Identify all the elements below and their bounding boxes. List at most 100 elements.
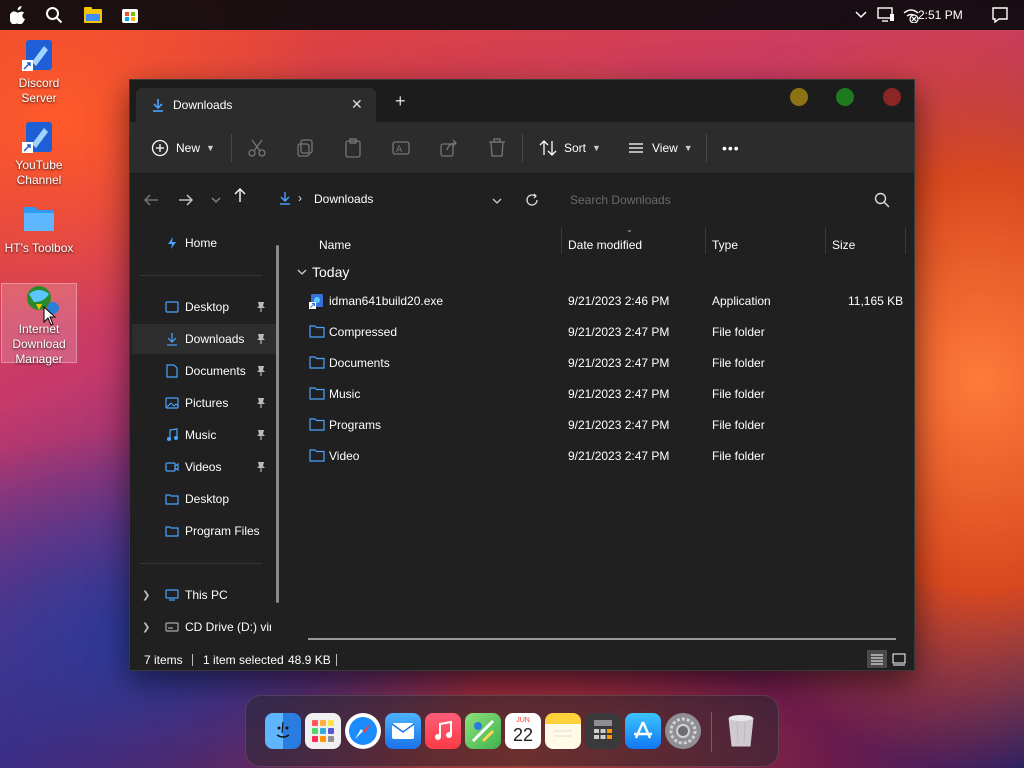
group-header-today[interactable]: Today [297,264,349,280]
share-icon[interactable] [439,138,459,158]
delete-icon[interactable] [487,138,507,158]
chevron-up-icon[interactable] [851,5,871,25]
clock[interactable]: 2:51 PM [918,8,963,22]
desktop-icon [164,299,180,315]
new-button[interactable]: New ▼ [150,136,215,160]
chevron-right-icon[interactable]: ❯ [142,590,150,601]
search-icon[interactable] [44,5,64,25]
music-icon[interactable] [425,713,461,749]
close-tab-icon[interactable]: ✕ [351,96,363,113]
desktop-icon-internet-download-manager[interactable]: Internet Download Manager [1,283,77,366]
search-input[interactable]: Search Downloads [558,183,902,215]
maps-icon[interactable] [465,713,501,749]
file-row-music[interactable]: Music 9/21/2023 2:47 PM File folder [287,378,913,409]
maximize-button[interactable] [836,88,854,106]
trash-icon[interactable] [723,713,759,749]
document-icon [164,363,180,379]
calculator-icon[interactable] [585,713,621,749]
sidebar-item-home[interactable]: Home [132,228,276,258]
more-options-button[interactable]: ••• [722,136,740,160]
file-row-programs[interactable]: Programs 9/21/2023 2:47 PM File folder [287,409,913,440]
file-explorer-icon[interactable] [83,5,103,25]
column-header-type[interactable]: Type [712,238,738,252]
file-date: 9/21/2023 2:47 PM [568,325,670,339]
computer-icon [164,587,180,603]
minimize-button[interactable] [790,88,808,106]
column-divider[interactable] [825,228,826,254]
desktop-icon-discord-server[interactable]: Discord Server [1,38,77,106]
desktop-icon-label: Discord Server [18,76,60,105]
file-row-compressed[interactable]: Compressed 9/21/2023 2:47 PM File folder [287,316,913,347]
finder-icon[interactable] [265,713,301,749]
details-view-icon[interactable] [867,650,887,668]
mail-icon[interactable] [385,713,421,749]
sidebar-item-desktop[interactable]: Desktop [132,292,276,322]
close-button[interactable] [883,88,901,106]
sort-button[interactable]: Sort ▼ [538,136,601,160]
search-icon[interactable] [874,192,890,208]
file-row-idman641build20[interactable]: idman641build20.exe 9/21/2023 2:46 PM Ap… [287,285,913,316]
back-arrow-icon[interactable] [142,191,160,209]
sidebar-item-this-pc[interactable]: ❯ This PC [132,580,276,610]
sidebar-item-music[interactable]: Music [132,420,276,450]
file-row-documents[interactable]: Documents 9/21/2023 2:47 PM File folder [287,347,913,378]
column-divider[interactable] [561,228,562,254]
notification-icon[interactable] [990,5,1010,25]
file-row-video[interactable]: Video 9/21/2023 2:47 PM File folder [287,440,913,471]
sidebar-item-downloads[interactable]: Downloads [132,324,276,354]
file-date: 9/21/2023 2:47 PM [568,449,670,463]
new-tab-icon[interactable]: + [395,92,406,110]
sidebar-item-desktop-folder[interactable]: Desktop [132,484,276,514]
title-bar[interactable]: Downloads ✕ + [130,80,914,122]
apple-icon[interactable] [8,5,28,25]
forward-arrow-icon[interactable] [177,191,195,209]
notes-icon[interactable] [545,713,581,749]
column-header-size[interactable]: Size [832,238,855,252]
recent-locations-chevron-icon[interactable] [207,191,225,209]
column-divider[interactable] [705,228,706,254]
view-button[interactable]: View ▼ [626,136,693,160]
horizontal-scrollbar[interactable] [308,638,896,640]
cut-icon[interactable] [247,138,267,158]
calendar-icon[interactable]: JUN 22 [505,713,541,749]
system-settings-icon[interactable] [665,713,701,749]
tiles-view-icon[interactable] [892,652,906,666]
pin-icon [255,397,267,409]
store-icon[interactable] [120,5,140,25]
sidebar-divider [140,563,262,564]
sidebar-item-program-files[interactable]: Program Files [132,516,276,546]
safari-icon[interactable] [345,713,381,749]
sidebar-item-pictures[interactable]: Pictures [132,388,276,418]
column-divider[interactable] [905,228,906,254]
tab-downloads[interactable]: Downloads ✕ [136,88,376,122]
chevron-right-icon[interactable]: ❯ [142,622,150,633]
rename-icon[interactable]: A [391,138,411,158]
file-date: 9/21/2023 2:46 PM [568,294,670,308]
display-icon[interactable] [876,5,896,25]
sidebar-scrollbar[interactable] [276,245,279,603]
desktop-icon-hts-toolbox[interactable]: HT's Toolbox [1,203,77,256]
refresh-icon[interactable] [523,191,541,209]
address-field[interactable]: › Downloads [270,183,510,215]
sidebar-item-videos[interactable]: Videos [132,452,276,482]
new-button-label: New [176,141,201,155]
column-header-name[interactable]: Name [319,238,351,252]
file-name: Music [329,387,361,401]
column-header-date-modified[interactable]: Date modified [568,238,642,252]
address-dropdown-chevron-icon[interactable] [492,194,502,208]
sidebar-item-label: Documents [185,364,246,378]
paste-icon[interactable] [343,138,363,158]
chevron-down-icon: ▼ [206,143,215,153]
launchpad-icon[interactable] [305,713,341,749]
copy-icon[interactable] [295,138,315,158]
pictures-icon [164,395,180,411]
sidebar-item-documents[interactable]: Documents [132,356,276,386]
desktop-icon-label: YouTube Channel [15,158,63,187]
desktop-icon-youtube-channel[interactable]: YouTube Channel [1,120,77,188]
breadcrumb[interactable]: Downloads [314,192,373,206]
file-name: Compressed [329,325,398,339]
sidebar-item-cd-drive[interactable]: ❯ CD Drive (D:) vir [132,612,276,642]
command-bar: New ▼ A Sort ▼ View ▼ ••• [130,122,914,174]
up-arrow-icon[interactable] [231,186,249,204]
app-store-icon[interactable] [625,713,661,749]
